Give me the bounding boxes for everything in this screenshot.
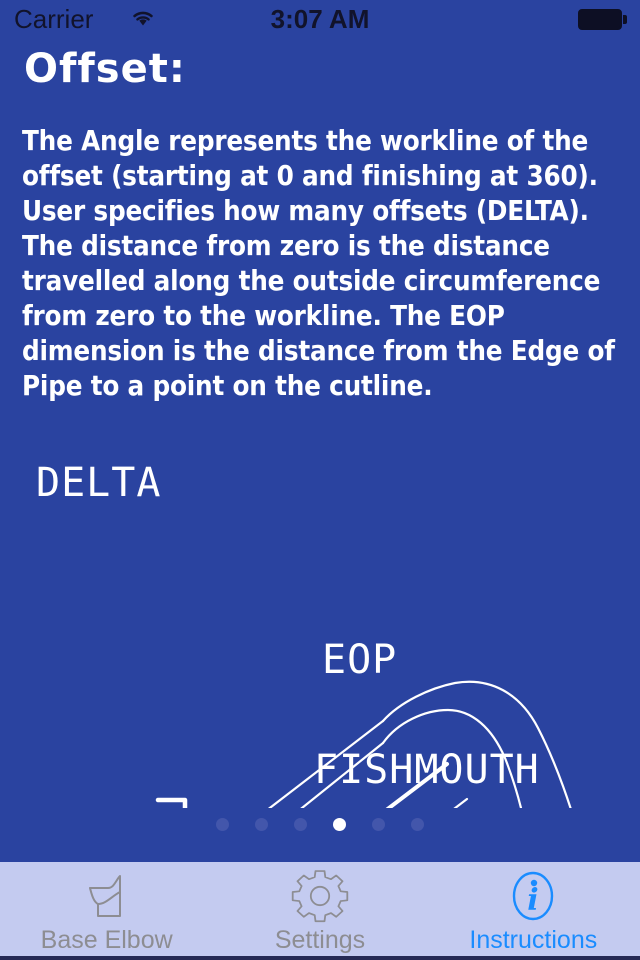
status-bar: Carrier 3:07 AM xyxy=(0,0,640,38)
tab-bar: Base Elbow Settings i Instructions xyxy=(0,862,640,960)
page-dot[interactable] xyxy=(411,818,424,831)
pipe-wall-lower-edge xyxy=(453,797,469,808)
page-dot[interactable] xyxy=(294,818,307,831)
label-delta: DELTA xyxy=(36,460,161,506)
battery-icon xyxy=(578,9,628,30)
page-dot-active[interactable] xyxy=(333,818,346,831)
page-dot[interactable] xyxy=(372,818,385,831)
tab-label-base-elbow: Base Elbow xyxy=(40,926,173,954)
svg-text:i: i xyxy=(528,883,539,918)
page-dot[interactable] xyxy=(255,818,268,831)
page-title: Offset: xyxy=(24,46,186,92)
app-screen: Carrier 3:07 AM Offset: The Angle repres… xyxy=(0,0,640,960)
gear-icon xyxy=(291,870,349,923)
page-indicator-dots[interactable] xyxy=(0,818,640,831)
delta-leader-line xyxy=(155,797,188,808)
tab-label-settings: Settings xyxy=(274,926,366,954)
info-circle-icon: i xyxy=(513,871,554,921)
label-eop: EOP xyxy=(322,637,397,683)
tab-label-instructions: Instructions xyxy=(469,926,598,954)
instructions-page: Offset: The Angle represents the worklin… xyxy=(0,38,640,862)
battery-nub xyxy=(623,15,627,24)
status-time: 3:07 AM xyxy=(270,4,370,34)
pipe-offset-isometric-diagram: DELTA EOP FISHMOUTH xyxy=(36,460,572,808)
tab-settings[interactable]: Settings xyxy=(213,862,426,956)
battery-body xyxy=(578,9,622,30)
pipe-elbow-icon xyxy=(88,875,121,917)
label-fishmouth: FISHMOUTH xyxy=(314,747,540,793)
tab-instructions[interactable]: i Instructions xyxy=(427,862,640,956)
page-dot[interactable] xyxy=(216,818,229,831)
tab-base-elbow[interactable]: Base Elbow xyxy=(0,862,213,956)
